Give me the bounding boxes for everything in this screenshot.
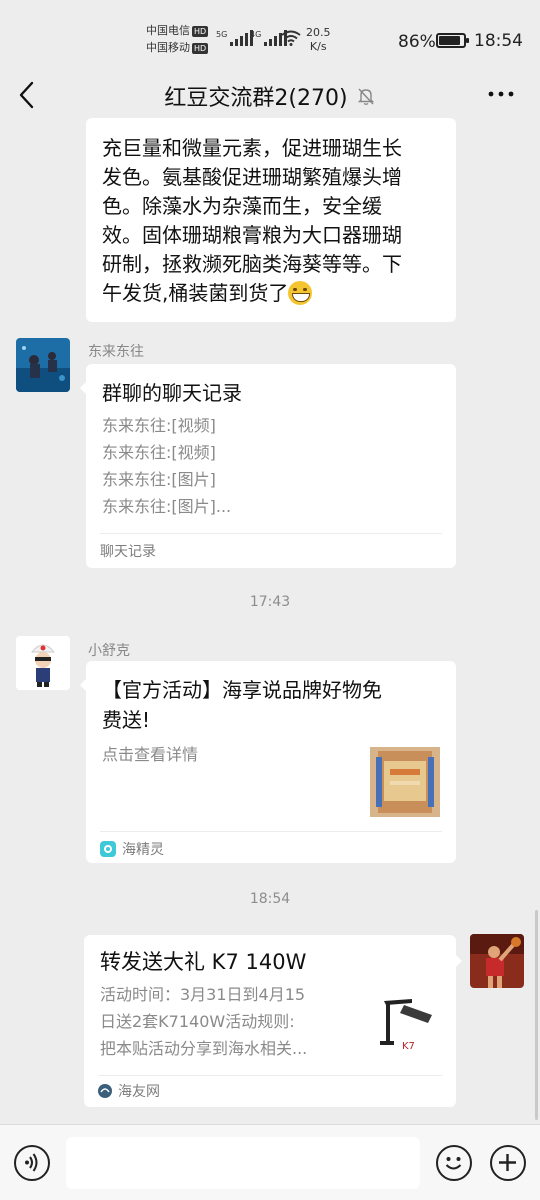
record-lines: 东来东往:[视频] 东来东往:[视频] 东来东往:[图片] 东来东往:[图片].…	[102, 412, 231, 520]
mini-program-card[interactable]: 【官方活动】海享说品牌好物免 费送! 点击查看详情 海精灵	[80, 661, 456, 863]
record-line: 东来东往:[视频]	[102, 443, 216, 462]
emoji-button[interactable]	[436, 1145, 472, 1181]
card-description-line: 把本贴活动分享到海水相关...	[100, 1039, 308, 1058]
card-title-line: 【官方活动】海享说品牌好物免	[102, 678, 382, 702]
hd-badge: HD	[192, 43, 209, 54]
card-title: 转发送大礼 K7 140W	[100, 950, 307, 974]
message-line: 午发货,桶装菌到货了	[102, 281, 289, 305]
voice-button[interactable]	[14, 1145, 50, 1181]
input-bar	[0, 1124, 540, 1200]
card-description-line: 日送2套K7140W活动规则:	[100, 1012, 295, 1031]
card-source: 海精灵	[122, 842, 164, 858]
plus-icon	[499, 1154, 516, 1171]
avatar-cartoon-image	[16, 636, 70, 690]
battery-icon	[436, 33, 469, 48]
card-title: 群聊的聊天记录	[102, 381, 242, 405]
card-footer: 海精灵	[100, 839, 164, 859]
signal-5g-icon: 5G	[216, 30, 254, 46]
card-divider	[100, 831, 442, 832]
avatar[interactable]	[470, 934, 524, 988]
chat-header: 红豆交流群2(270)	[0, 70, 540, 122]
message-text: 充巨量和微量元素，促进珊瑚生长 发色。氨基酸促进珊瑚繁殖爆头增 色。除藻水为杂藻…	[102, 134, 442, 308]
speed-value: 20.5	[306, 26, 331, 39]
speed-unit: K/s	[309, 40, 327, 53]
card-divider	[98, 1075, 442, 1076]
message-line: 研制，拯救濒死脑类海葵等等。下	[102, 252, 402, 276]
chat-record-card[interactable]: 群聊的聊天记录 东来东往:[视频] 东来东往:[视频] 东来东往:[图片] 东来…	[80, 364, 456, 568]
avatar[interactable]	[16, 636, 70, 690]
card-description: 点击查看详情	[102, 745, 199, 764]
emoji-icon	[445, 1157, 462, 1170]
avatar[interactable]	[16, 338, 70, 392]
message-input[interactable]	[66, 1137, 420, 1189]
scrollbar[interactable]	[535, 910, 538, 1120]
card-source: 海友网	[118, 1084, 160, 1100]
message-line: 效。固体珊瑚粮膏粮为大口器珊瑚	[102, 223, 402, 247]
status-time: 18:54	[474, 31, 523, 51]
record-line: 东来东往:[图片]	[102, 470, 216, 489]
card-description-line: 活动时间：3月31日到4月15	[100, 985, 306, 1004]
network-speed: 20.5 K/s	[306, 26, 331, 54]
mute-icon	[357, 88, 374, 105]
carrier-info: 中国电信 HD 中国移动 HD	[146, 22, 209, 56]
wifi-icon	[281, 30, 301, 46]
sender-name: 东来东往	[88, 344, 144, 360]
message-line: 充巨量和微量元素，促进珊瑚生长	[102, 136, 402, 160]
card-title: 【官方活动】海享说品牌好物免 费送!	[102, 675, 382, 735]
chat-title-group: 红豆交流群2(270)	[0, 80, 540, 112]
carrier-1: 中国电信	[146, 24, 190, 37]
text-message-bubble[interactable]: 充巨量和微量元素，促进珊瑚生长 发色。氨基酸促进珊瑚繁殖爆头增 色。除藻水为杂藻…	[86, 118, 456, 322]
avatar-player-image	[470, 934, 524, 988]
link-card[interactable]: 转发送大礼 K7 140W 活动时间：3月31日到4月15 日送2套K7140W…	[84, 935, 462, 1107]
grin-emoji-icon	[288, 281, 313, 305]
chat-title: 红豆交流群2(270)	[164, 86, 348, 111]
card-divider	[100, 533, 442, 534]
site-icon	[98, 1084, 112, 1098]
record-line: 东来东往:[视频]	[102, 416, 216, 435]
avatar-diver-image	[16, 338, 70, 392]
network-4g-label: 4G	[250, 30, 262, 39]
plus-button[interactable]	[490, 1145, 526, 1181]
card-footer: 聊天记录	[100, 541, 156, 561]
message-line: 色。除藻水为杂藻而生，安全缓	[102, 194, 382, 218]
svg-text:K7: K7	[402, 1041, 415, 1052]
card-source: 聊天记录	[100, 544, 156, 560]
hd-badge: HD	[192, 26, 209, 37]
sender-name: 小舒克	[88, 643, 130, 659]
battery-percent: 86%	[398, 32, 436, 52]
card-description: 活动时间：3月31日到4月15 日送2套K7140W活动规则: 把本贴活动分享到…	[100, 981, 307, 1062]
timestamp: 17:43	[249, 594, 291, 610]
more-icon[interactable]	[486, 84, 516, 104]
card-thumbnail-image	[370, 747, 440, 817]
network-5g-label: 5G	[216, 30, 228, 39]
message-line: 发色。氨基酸促进珊瑚繁殖爆头增	[102, 165, 402, 189]
card-title-line: 费送!	[102, 708, 151, 732]
mini-program-icon	[100, 841, 116, 857]
timestamp: 18:54	[249, 891, 291, 907]
card-footer: 海友网	[98, 1081, 160, 1101]
voice-icon	[25, 1153, 38, 1172]
record-line: 东来东往:[图片]...	[102, 497, 232, 516]
card-thumbnail-image: K7	[372, 991, 442, 1057]
carrier-2: 中国移动	[146, 41, 190, 54]
